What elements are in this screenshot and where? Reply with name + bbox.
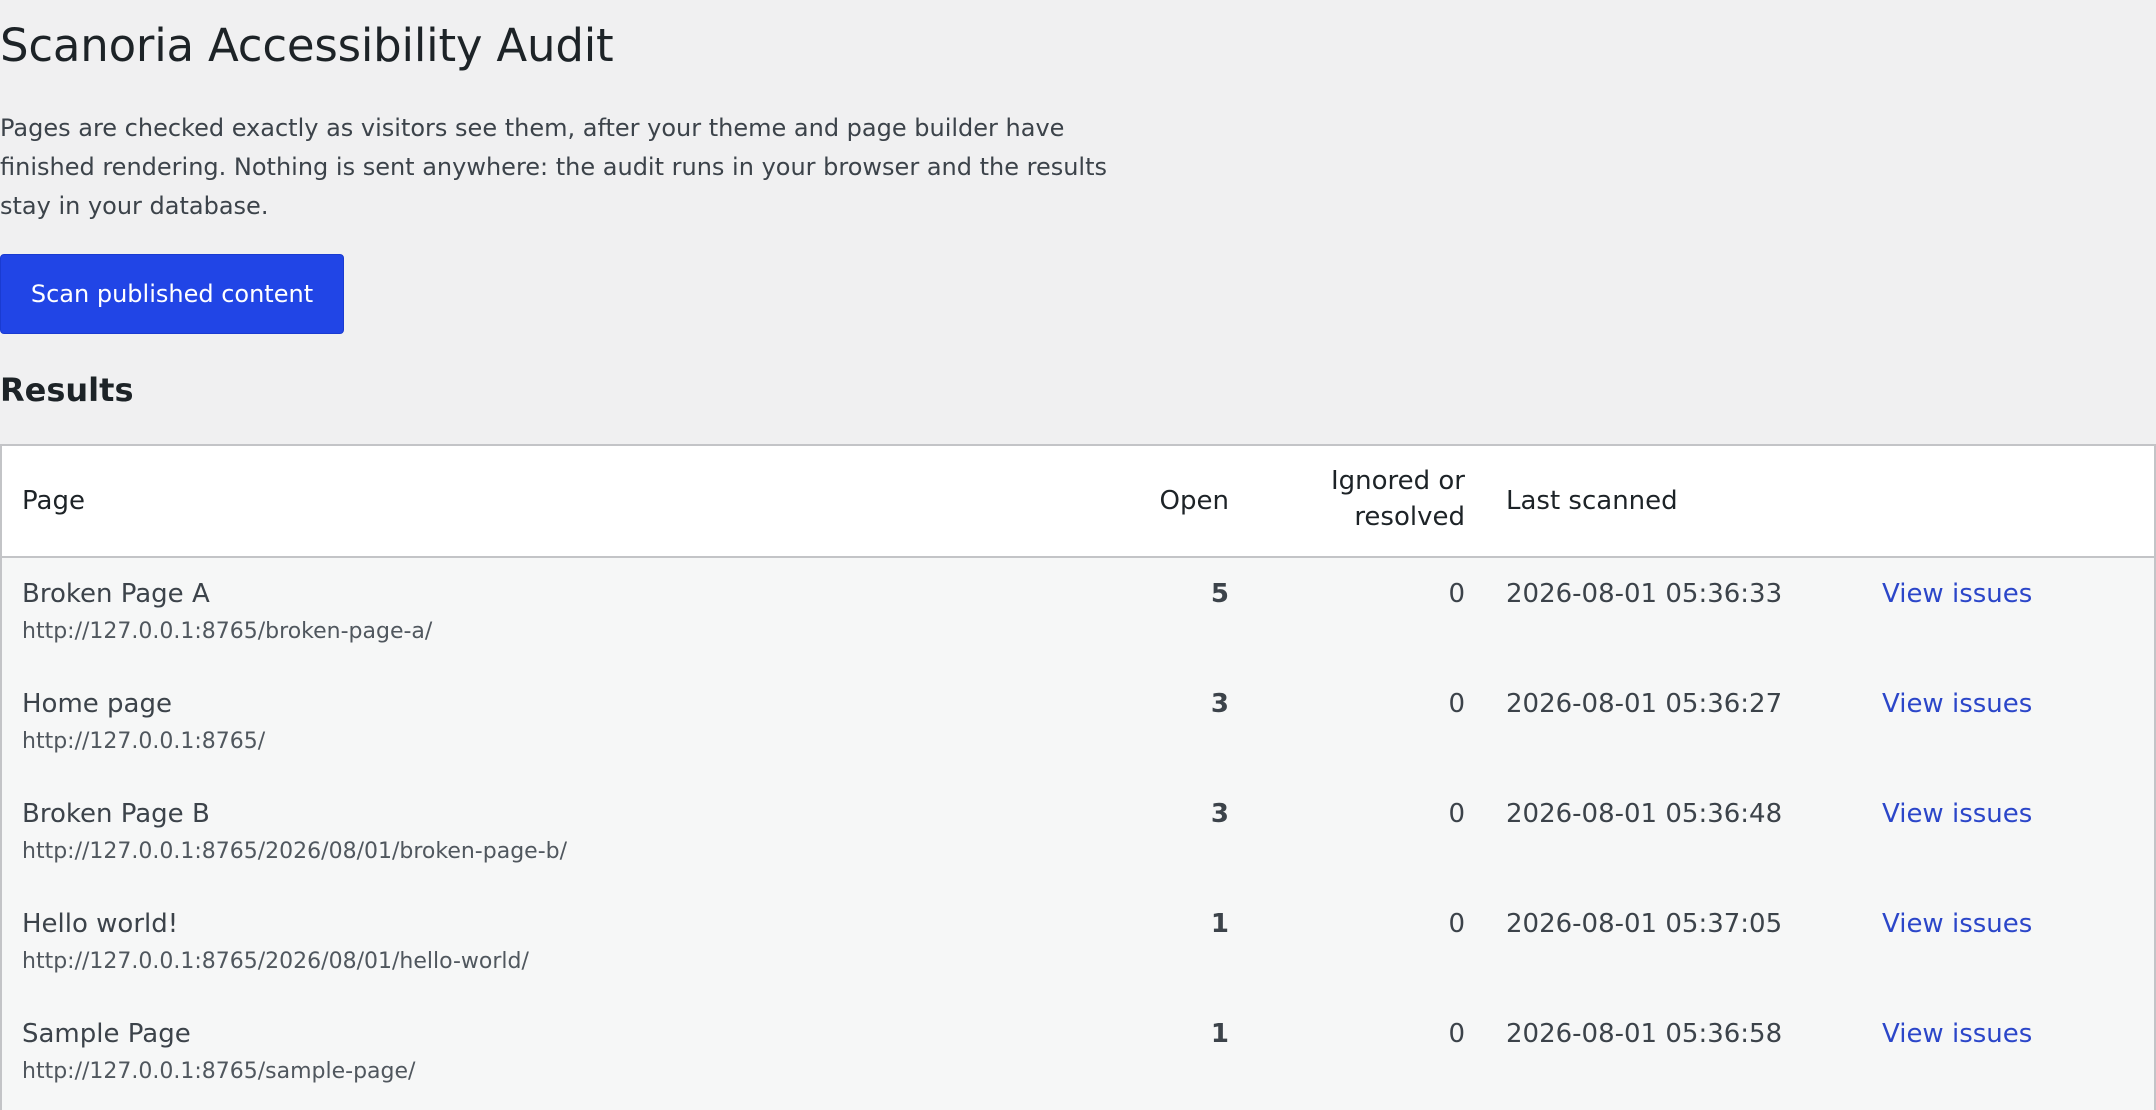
column-header-last-scanned: Last scanned	[1506, 486, 1678, 516]
results-table: Page Open Ignored or resolved Last scann…	[0, 444, 2156, 1110]
row-last-scanned: 2026-08-01 05:37:05	[1506, 909, 1783, 939]
row-last-scanned: 2026-08-01 05:36:58	[1506, 1019, 1783, 1049]
column-header-ignored: Ignored or resolved	[1330, 466, 1465, 532]
view-issues-link[interactable]: View issues	[1882, 906, 2032, 942]
row-open-count: 5	[1210, 579, 1229, 609]
row-page-title: Sample Page	[22, 1019, 191, 1049]
row-open-count: 1	[1210, 1019, 1229, 1049]
row-page-url: http://127.0.0.1:8765/	[22, 729, 266, 754]
row-last-scanned: 2026-08-01 05:36:27	[1506, 689, 1783, 719]
row-open-count: 1	[1210, 909, 1229, 939]
view-issues-link[interactable]: View issues	[1882, 686, 2032, 722]
row-open-count: 3	[1210, 799, 1229, 829]
table-row: Sample Page http://127.0.0.1:8765/sample…	[2, 998, 2154, 1108]
row-page-url: http://127.0.0.1:8765/broken-page-a/	[22, 619, 433, 644]
row-page-url: http://127.0.0.1:8765/2026/08/01/broken-…	[22, 839, 568, 864]
row-ignored-count: 0	[1448, 689, 1465, 719]
row-page-title: Home page	[22, 689, 172, 719]
row-page-url: http://127.0.0.1:8765/2026/08/01/hello-w…	[22, 949, 529, 974]
table-row: Hello world! http://127.0.0.1:8765/2026/…	[2, 888, 2154, 998]
table-row: Home page http://127.0.0.1:8765/ 3 0 202…	[2, 668, 2154, 778]
page-title: Scanoria Accessibility Audit	[0, 19, 614, 72]
row-page-title: Broken Page A	[22, 579, 210, 609]
row-open-count: 3	[1210, 689, 1229, 719]
table-header-row: Page Open Ignored or resolved Last scann…	[2, 446, 2154, 558]
view-issues-link[interactable]: View issues	[1882, 796, 2032, 832]
row-ignored-count: 0	[1448, 579, 1465, 609]
row-last-scanned: 2026-08-01 05:36:33	[1506, 579, 1783, 609]
view-issues-link[interactable]: View issues	[1882, 1016, 2032, 1052]
row-ignored-count: 0	[1448, 799, 1465, 829]
scan-published-content-button[interactable]: Scan published content	[0, 254, 344, 334]
row-page-url: http://127.0.0.1:8765/sample-page/	[22, 1059, 416, 1084]
row-last-scanned: 2026-08-01 05:36:48	[1506, 799, 1783, 829]
table-row: Broken Page A http://127.0.0.1:8765/brok…	[2, 558, 2154, 668]
row-page-title: Hello world!	[22, 909, 179, 939]
column-header-page: Page	[22, 486, 85, 516]
intro-text: Pages are checked exactly as visitors se…	[0, 114, 1108, 220]
view-issues-link[interactable]: View issues	[1882, 576, 2032, 612]
results-heading: Results	[0, 371, 134, 409]
column-header-open: Open	[1159, 486, 1229, 516]
row-page-title: Broken Page B	[22, 799, 210, 829]
table-row: Broken Page B http://127.0.0.1:8765/2026…	[2, 778, 2154, 888]
row-ignored-count: 0	[1448, 909, 1465, 939]
row-ignored-count: 0	[1448, 1019, 1465, 1049]
